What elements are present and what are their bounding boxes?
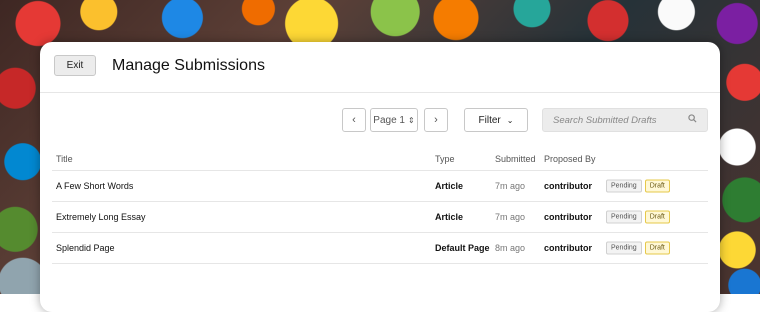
column-type[interactable]: Type: [435, 154, 455, 164]
row-proposed-by: contributor: [544, 212, 592, 222]
search-icon: [688, 114, 697, 126]
row-badges: Pending Draft: [606, 179, 670, 193]
draft-badge: Draft: [644, 241, 670, 255]
prev-page-button[interactable]: ‹: [342, 108, 366, 132]
row-title[interactable]: Extremely Long Essay: [56, 212, 146, 222]
row-type: Article: [435, 212, 464, 222]
page-select[interactable]: Page 1 ⇕: [370, 108, 418, 132]
status-badge: Pending: [606, 241, 642, 255]
column-submitted[interactable]: Submitted: [495, 154, 536, 164]
chevron-down-icon: ⌄: [506, 115, 514, 125]
row-proposed-by: contributor: [544, 243, 592, 253]
draft-badge: Draft: [644, 210, 670, 224]
row-type: Default Page: [435, 243, 490, 253]
chevron-left-icon: ‹: [352, 114, 356, 126]
modal-header: Exit Manage Submissions: [40, 42, 720, 93]
filter-button[interactable]: Filter ⌄: [464, 108, 528, 132]
page-select-value: Page 1: [373, 114, 405, 126]
search-placeholder: Search Submitted Drafts: [553, 114, 657, 126]
table-row[interactable]: A Few Short Words Article 7m ago contrib…: [52, 171, 708, 202]
chevron-right-icon: ›: [434, 114, 438, 126]
table-row[interactable]: Splendid Page Default Page 8m ago contri…: [52, 233, 708, 264]
row-submitted: 8m ago: [495, 243, 526, 253]
row-title[interactable]: A Few Short Words: [56, 181, 133, 191]
up-down-icon: ⇕: [408, 115, 415, 125]
toolbar: ‹ Page 1 ⇕ › Filter ⌄ Search Submitted D…: [40, 108, 720, 132]
table-header: Title Type Submitted Proposed By: [52, 148, 708, 171]
manage-submissions-modal: Exit Manage Submissions ‹ Page 1 ⇕ › Fil…: [40, 42, 720, 312]
exit-button[interactable]: Exit: [54, 55, 96, 76]
row-title[interactable]: Splendid Page: [56, 243, 115, 253]
row-badges: Pending Draft: [606, 241, 670, 255]
submissions-table: Title Type Submitted Proposed By A Few S…: [52, 148, 708, 264]
status-badge: Pending: [606, 179, 642, 193]
row-submitted: 7m ago: [495, 181, 526, 191]
column-title[interactable]: Title: [56, 154, 73, 164]
search-input[interactable]: Search Submitted Drafts: [542, 108, 708, 132]
page-title: Manage Submissions: [112, 57, 265, 74]
table-row[interactable]: Extremely Long Essay Article 7m ago cont…: [52, 202, 708, 233]
filter-label: Filter: [478, 114, 501, 126]
next-page-button[interactable]: ›: [424, 108, 448, 132]
column-proposed-by[interactable]: Proposed By: [544, 154, 596, 164]
status-badge: Pending: [606, 210, 642, 224]
row-badges: Pending Draft: [606, 210, 670, 224]
row-submitted: 7m ago: [495, 212, 526, 222]
draft-badge: Draft: [644, 179, 670, 193]
row-type: Article: [435, 181, 464, 191]
row-proposed-by: contributor: [544, 181, 592, 191]
